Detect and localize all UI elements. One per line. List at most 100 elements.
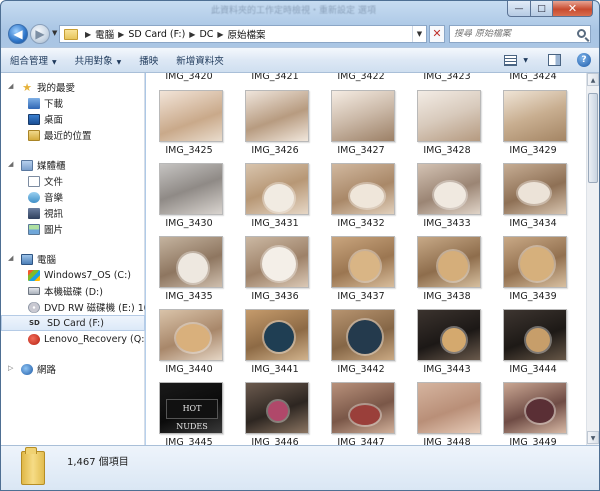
image-thumbnail[interactable] — [159, 309, 223, 361]
image-thumbnail[interactable] — [245, 236, 309, 288]
address-history-dropdown[interactable]: ▼ — [412, 26, 426, 42]
search-box[interactable] — [449, 25, 591, 43]
image-thumbnail[interactable] — [245, 90, 309, 142]
image-thumbnail[interactable] — [417, 90, 481, 142]
file-tile[interactable]: IMG_3442 — [318, 306, 404, 379]
nav-computer[interactable]: ◢ 電腦 — [1, 251, 145, 267]
nav-drive-c[interactable]: Windows7_OS (C:) — [1, 267, 145, 283]
file-label[interactable]: IMG_3442 — [318, 364, 404, 375]
file-label[interactable]: IMG_3440 — [146, 364, 232, 375]
file-tile[interactable]: IMG_3441 — [232, 306, 318, 379]
image-thumbnail[interactable] — [503, 309, 567, 361]
image-thumbnail[interactable] — [245, 163, 309, 215]
chevron-right-icon[interactable]: ▶ — [85, 30, 91, 39]
image-thumbnail[interactable] — [331, 90, 395, 142]
breadcrumb-sd-card[interactable]: SD Card (F:) — [128, 29, 185, 40]
file-tile[interactable]: IMG_3426 — [232, 87, 318, 160]
nav-favorites[interactable]: ◢ ★ 我的最愛 — [1, 79, 145, 95]
file-tile[interactable]: IMG_3447 — [318, 379, 404, 445]
file-label[interactable]: IMG_3437 — [318, 291, 404, 302]
image-thumbnail[interactable] — [417, 309, 481, 361]
file-tile[interactable]: IMG_3436 — [232, 233, 318, 306]
image-thumbnail[interactable] — [331, 163, 395, 215]
file-label[interactable]: IMG_3429 — [490, 145, 576, 156]
file-tile[interactable]: IMG_3432 — [318, 160, 404, 233]
collapse-icon[interactable]: ◢ — [8, 254, 13, 262]
recent-pages-dropdown[interactable]: ▼ — [52, 29, 57, 37]
collapse-icon[interactable]: ◢ — [8, 82, 13, 90]
file-label[interactable]: IMG_3421 — [232, 73, 318, 83]
file-label[interactable]: IMG_3424 — [490, 73, 576, 83]
nav-videos[interactable]: 視訊 — [1, 205, 145, 221]
image-thumbnail[interactable] — [331, 309, 395, 361]
nav-drive-e[interactable]: DVD RW 磁碟機 (E:) 105 — [1, 299, 145, 315]
image-thumbnail[interactable] — [417, 163, 481, 215]
image-thumbnail[interactable] — [503, 90, 567, 142]
file-tile[interactable]: IMG_3446 — [232, 379, 318, 445]
file-label[interactable]: IMG_3427 — [318, 145, 404, 156]
file-tile[interactable]: IMG_3429 — [490, 87, 576, 160]
chevron-right-icon[interactable]: ▶ — [189, 30, 195, 39]
file-label[interactable]: IMG_3428 — [404, 145, 490, 156]
help-icon[interactable]: ? — [577, 53, 591, 67]
image-thumbnail[interactable] — [417, 382, 481, 434]
vertical-scrollbar[interactable]: ▲ ▼ — [586, 73, 599, 445]
file-label[interactable]: IMG_3449 — [490, 437, 576, 445]
image-thumbnail[interactable] — [331, 382, 395, 434]
file-label[interactable]: IMG_3433 — [404, 218, 490, 229]
file-label[interactable]: IMG_3439 — [490, 291, 576, 302]
scroll-thumb[interactable] — [588, 93, 598, 183]
file-tile[interactable]: IMG_3443 — [404, 306, 490, 379]
file-tile[interactable]: IMG_3448 — [404, 379, 490, 445]
share-menu[interactable]: 共用對象 ▼ — [66, 53, 131, 67]
file-label[interactable]: IMG_3431 — [232, 218, 318, 229]
file-tile[interactable]: IMG_3430 — [146, 160, 232, 233]
file-tile[interactable]: IMG_3435 — [146, 233, 232, 306]
search-icon[interactable] — [577, 29, 586, 38]
file-label[interactable]: IMG_3425 — [146, 145, 232, 156]
file-tile[interactable]: IMG_3449 — [490, 379, 576, 445]
file-label[interactable]: IMG_3436 — [232, 291, 318, 302]
file-label[interactable]: IMG_3430 — [146, 218, 232, 229]
breadcrumb-computer[interactable]: 電腦 — [95, 27, 114, 41]
nav-music[interactable]: 音樂 — [1, 189, 145, 205]
file-tile[interactable]: IMG_3434 — [490, 160, 576, 233]
minimize-button[interactable]: — — [507, 1, 531, 17]
file-label[interactable]: IMG_3446 — [232, 437, 318, 445]
address-bar[interactable]: ▶ 電腦 ▶ SD Card (F:) ▶ DC ▶ 原始檔案 ▼ — [59, 25, 427, 43]
file-label[interactable]: IMG_3441 — [232, 364, 318, 375]
nav-downloads[interactable]: 下載 — [1, 95, 145, 111]
image-thumbnail[interactable] — [245, 309, 309, 361]
nav-libraries[interactable]: ◢ 媒體櫃 — [1, 157, 145, 173]
breadcrumb-dc[interactable]: DC — [199, 29, 213, 40]
preview-pane-icon[interactable] — [548, 54, 561, 66]
view-options-dropdown[interactable]: ▼ — [523, 57, 528, 64]
change-view-icon[interactable] — [504, 54, 518, 66]
breadcrumb-original-files[interactable]: 原始檔案 — [228, 27, 266, 41]
file-label[interactable]: IMG_3432 — [318, 218, 404, 229]
file-label[interactable]: IMG_3434 — [490, 218, 576, 229]
file-tile[interactable]: IMG_3444 — [490, 306, 576, 379]
image-thumbnail[interactable] — [245, 382, 309, 434]
close-button[interactable]: ✕ — [553, 1, 593, 17]
file-label[interactable]: IMG_3423 — [404, 73, 490, 83]
scroll-up-icon[interactable]: ▲ — [587, 73, 599, 86]
nav-network[interactable]: ▷ 網路 — [1, 361, 145, 377]
forward-button[interactable]: ▶ — [30, 24, 50, 44]
expand-icon[interactable]: ▷ — [8, 364, 13, 372]
file-label[interactable]: IMG_3444 — [490, 364, 576, 375]
nav-desktop[interactable]: 桌面 — [1, 111, 145, 127]
nav-pictures[interactable]: 圖片 — [1, 221, 145, 237]
file-tile[interactable]: IMG_3425 — [146, 87, 232, 160]
file-label[interactable]: IMG_3447 — [318, 437, 404, 445]
file-tile[interactable]: IMG_3440 — [146, 306, 232, 379]
stop-refresh-button[interactable]: ✕ — [429, 25, 445, 43]
file-label[interactable]: IMG_3422 — [318, 73, 404, 83]
nav-drive-f[interactable]: SD SD Card (F:) — [1, 315, 145, 331]
image-thumbnail[interactable] — [159, 90, 223, 142]
image-thumbnail[interactable] — [159, 163, 223, 215]
new-folder-button[interactable]: 新增資料夾 — [167, 53, 233, 67]
file-label[interactable]: IMG_3438 — [404, 291, 490, 302]
image-thumbnail[interactable] — [503, 236, 567, 288]
nav-documents[interactable]: 文件 — [1, 173, 145, 189]
